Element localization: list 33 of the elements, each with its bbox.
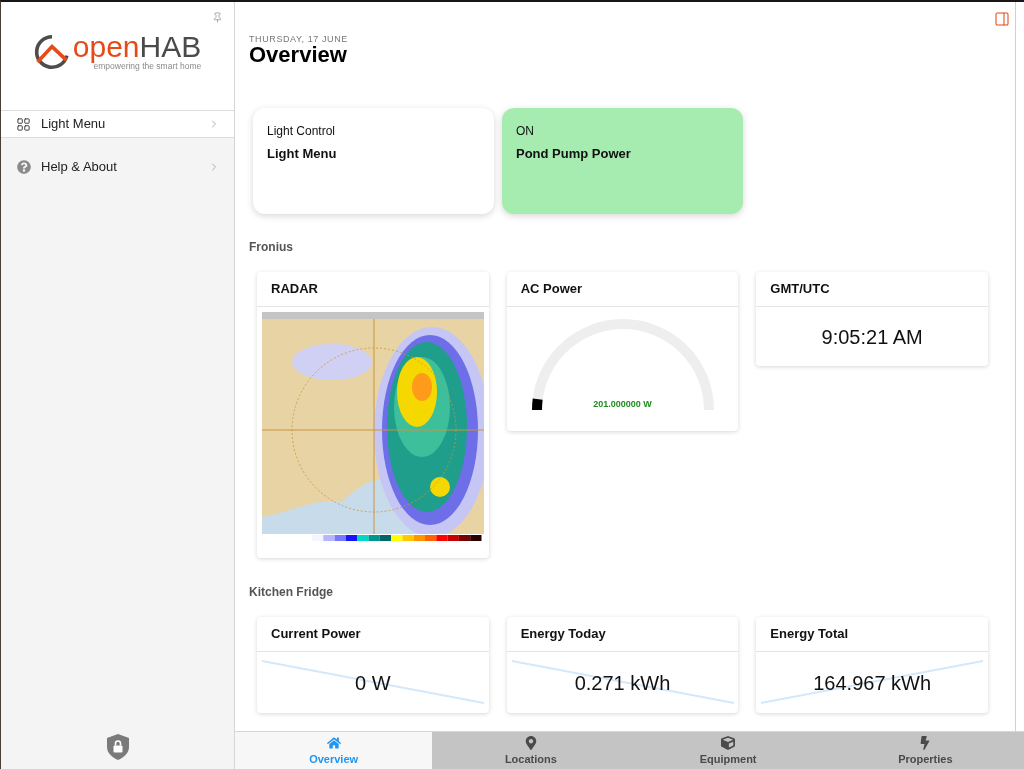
- side-panel-icon[interactable]: [994, 11, 1010, 27]
- section-title: Kitchen Fridge: [249, 585, 333, 599]
- sidebar-item[interactable]: Help & About: [1, 152, 234, 181]
- logo-wordmark: openHAB: [72, 33, 202, 61]
- tab[interactable]: Locations: [432, 732, 630, 769]
- logo-icon: [33, 34, 70, 70]
- card-value: 0.271 kWh: [574, 670, 671, 695]
- map-pin-icon: [523, 736, 538, 750]
- card-title: Current Power: [271, 626, 361, 642]
- help-icon: [17, 159, 31, 174]
- card-title: Energy Total: [770, 626, 849, 642]
- logo-tagline: empowering the smart home: [93, 61, 202, 71]
- control-card[interactable]: ON Pond Pump Power: [502, 108, 743, 214]
- card-value: 9:05:21 AM: [821, 324, 923, 349]
- page-title: Overview: [249, 43, 347, 67]
- card-value: 164.967 kWh: [813, 670, 932, 695]
- grid-icon: [16, 116, 31, 132]
- card-value: 0 W: [355, 670, 391, 695]
- sidebar-item[interactable]: Light Menu: [1, 111, 234, 137]
- section-title: Fronius: [249, 240, 293, 254]
- card-title: Energy Today: [520, 626, 606, 642]
- card-title: GMT/UTC: [770, 281, 830, 297]
- tab[interactable]: Equipment: [629, 732, 827, 769]
- card-title: RADAR: [271, 281, 318, 297]
- control-card[interactable]: Light Control Light Menu: [253, 108, 494, 214]
- card-title: AC Power: [520, 281, 583, 297]
- gauge-reading: 201.000000 W: [593, 399, 652, 410]
- home-icon: [326, 736, 341, 750]
- tab[interactable]: Properties: [826, 732, 1024, 769]
- shield-lock-icon[interactable]: [106, 734, 129, 760]
- date-label: THURSDAY, 17 JUNE: [249, 34, 348, 45]
- pin-icon[interactable]: [212, 12, 223, 23]
- cube-icon: [721, 736, 736, 750]
